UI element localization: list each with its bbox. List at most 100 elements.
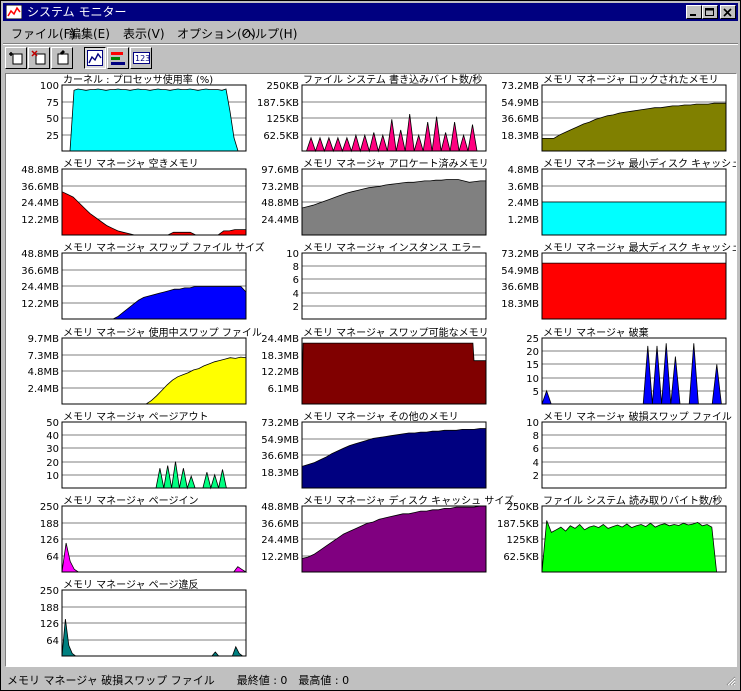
- y-tick-label: 64: [46, 636, 59, 647]
- chart-title: メモリ マネージャ ページ違反: [63, 578, 198, 591]
- performance-charts: カーネル : プロセッサ使用率 (%)100755025ファイル システム 書き…: [21, 74, 736, 657]
- menu-view[interactable]: 表示(V): [123, 25, 165, 42]
- y-tick-label: 6: [293, 275, 299, 286]
- y-tick-label: 20: [526, 347, 539, 358]
- y-tick-label: 12.2MB: [21, 215, 59, 226]
- y-tick-label: 2: [533, 471, 539, 482]
- y-tick-label: 36.6MB: [21, 266, 59, 277]
- y-tick-label: 50: [46, 418, 59, 429]
- y-tick-label: 18.3MB: [261, 351, 299, 362]
- close-button[interactable]: [720, 5, 736, 19]
- y-tick-label: 62.5KB: [503, 552, 539, 563]
- y-tick-label: 75: [46, 98, 59, 109]
- chart-title: メモリ マネージャ 使用中スワップ ファイル: [63, 326, 262, 339]
- y-tick-label: 10: [46, 471, 59, 482]
- numeric-view-icon: 123: [133, 52, 150, 64]
- y-tick-label: 10: [286, 249, 299, 260]
- numeric-view-button[interactable]: 123: [130, 47, 152, 69]
- y-tick-label: 50: [46, 114, 59, 125]
- y-tick-label: 12.2MB: [21, 299, 59, 310]
- y-tick-label: 126: [40, 619, 59, 630]
- y-tick-label: 36.6MB: [501, 114, 539, 125]
- close-icon: [723, 8, 732, 17]
- y-tick-label: 15: [526, 360, 539, 371]
- chart-title: メモリ マネージャ 破棄: [543, 326, 649, 339]
- y-tick-label: 62.5KB: [263, 131, 299, 142]
- y-tick-label: 2: [293, 302, 299, 313]
- menu-edit[interactable]: 編集(E): [69, 25, 110, 42]
- y-tick-label: 2.4MB: [28, 384, 60, 395]
- y-tick-label: 48.8MB: [261, 198, 299, 209]
- y-tick-label: 5: [533, 387, 539, 398]
- resize-grip-icon[interactable]: [724, 674, 736, 686]
- y-tick-label: 24.4MB: [261, 334, 299, 345]
- y-tick-label: 250KB: [266, 81, 299, 92]
- svg-text:123: 123: [135, 54, 150, 63]
- edit-item-icon: [57, 50, 69, 65]
- chart-series-area: [62, 88, 246, 152]
- chart-title: メモリ マネージャ スワップ可能なメモリ: [303, 326, 489, 339]
- y-tick-label: 6.1MB: [268, 384, 300, 395]
- y-tick-label: 48.8MB: [261, 502, 299, 513]
- y-tick-label: 187.5KB: [257, 98, 299, 109]
- y-tick-label: 97.6MB: [261, 165, 299, 176]
- chart-title: ファイル システム 書き込みバイト数/秒: [303, 74, 482, 86]
- chart-title: メモリ マネージャ アロケート済みメモリ: [303, 157, 489, 170]
- chart-title: メモリ マネージャ インスタンス エラー: [303, 242, 481, 254]
- chart-series-area: [541, 262, 727, 320]
- chart-title: メモリ マネージャ その他のメモリ: [303, 410, 459, 423]
- chart-title: メモリ マネージャ スワップ ファイル サイズ: [63, 241, 265, 254]
- system-monitor-app-icon: [6, 5, 22, 19]
- chart-panel-frame[interactable]: [301, 252, 487, 320]
- maximize-icon: [705, 8, 714, 16]
- y-tick-label: 18.3MB: [501, 299, 539, 310]
- y-tick-label: 125KB: [506, 535, 539, 546]
- y-tick-label: 9.7MB: [28, 334, 60, 345]
- y-tick-label: 6: [533, 444, 539, 455]
- maximize-button[interactable]: [702, 5, 718, 19]
- remove-item-button[interactable]: [28, 47, 50, 69]
- menu-help[interactable]: ヘルプ(H): [243, 25, 297, 42]
- menu-file[interactable]: ファイル(F): [11, 25, 75, 42]
- y-tick-label: 18.3MB: [261, 468, 299, 479]
- y-tick-label: 73.2MB: [261, 182, 299, 193]
- y-tick-label: 10: [526, 418, 539, 429]
- chart-title: メモリ マネージャ ロックされたメモリ: [543, 74, 719, 86]
- remove-item-icon: [31, 50, 46, 65]
- y-tick-label: 250: [40, 502, 59, 513]
- y-tick-label: 25: [526, 334, 539, 345]
- chart-title: メモリ マネージャ 最大ディスク キャッシュ サイズ: [543, 241, 736, 254]
- y-tick-label: 3.6MB: [508, 182, 540, 193]
- chart-title: ファイル システム 読み取りバイト数/秒: [543, 494, 722, 507]
- chart-series-area: [541, 520, 726, 573]
- bar-chart-icon: [111, 52, 125, 65]
- status-text: メモリ マネージャ 破損スワップ ファイル 最終値 : 0 最高値 : 0: [7, 674, 350, 687]
- toolbar: 123: [3, 45, 738, 71]
- line-chart-icon: [87, 50, 103, 66]
- y-tick-label: 24.4MB: [21, 282, 59, 293]
- title-bar[interactable]: システム モニター: [3, 3, 738, 21]
- chart-panel-frame[interactable]: [541, 337, 727, 405]
- chart-title: メモリ マネージャ 破損スワップ ファイル: [543, 410, 732, 423]
- y-tick-label: 54.9MB: [501, 98, 539, 109]
- y-tick-label: 8: [293, 262, 299, 273]
- y-tick-label: 4: [533, 458, 539, 469]
- minimize-button[interactable]: [686, 5, 702, 19]
- y-tick-label: 4.8MB: [508, 165, 540, 176]
- chart-panel-frame[interactable]: [61, 421, 247, 489]
- y-tick-label: 125KB: [266, 114, 299, 125]
- y-tick-label: 24.4MB: [261, 215, 299, 226]
- bar-chart-view-button[interactable]: [107, 47, 129, 69]
- y-tick-label: 25: [46, 131, 59, 142]
- edit-item-button[interactable]: [51, 47, 73, 69]
- chart-title: カーネル : プロセッサ使用率 (%): [63, 74, 213, 86]
- status-bar: メモリ マネージャ 破損スワップ ファイル 最終値 : 0 最高値 : 0: [3, 669, 738, 688]
- y-tick-label: 64: [46, 552, 59, 563]
- y-tick-label: 24.4MB: [21, 198, 59, 209]
- chart-panel-frame[interactable]: [541, 421, 727, 489]
- system-monitor-window: システム モニター ファイル(F) 編集(E) 表示(V) オプション(O) ヘ…: [0, 0, 741, 691]
- add-item-button[interactable]: [5, 47, 27, 69]
- chart-series-area: [301, 342, 487, 405]
- line-chart-view-button[interactable]: [84, 47, 106, 69]
- y-tick-label: 73.2MB: [261, 418, 299, 429]
